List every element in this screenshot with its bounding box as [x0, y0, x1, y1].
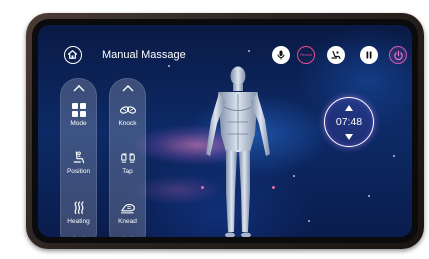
page-title: Manual Massage: [102, 49, 186, 61]
timer-dial: 07:48: [324, 97, 374, 147]
tablet-frame: Manual Massage Record Mode Position Heat…: [26, 13, 424, 249]
timer-value: 07:48: [335, 116, 363, 128]
knock-hands-icon: [119, 106, 136, 114]
mode-label: Mode: [70, 120, 87, 127]
tap-button[interactable]: Tap: [109, 150, 146, 175]
record-button[interactable]: Record: [297, 46, 315, 64]
position-button[interactable]: Position: [60, 150, 97, 175]
position-label: Position: [66, 168, 91, 175]
body-figure: [206, 66, 270, 237]
chevron-up-icon: [73, 85, 84, 92]
knead-label: Knead: [118, 218, 137, 225]
pause-icon: [366, 51, 372, 59]
chevron-down-icon: [73, 236, 84, 237]
home-button[interactable]: [64, 46, 82, 64]
massage-chair-icon: [73, 151, 84, 164]
recline-chair-icon: [331, 50, 341, 60]
microphone-icon: [277, 50, 285, 60]
home-icon: [67, 50, 78, 59]
timer-increase-button[interactable]: [325, 105, 373, 111]
mode-button[interactable]: Mode: [60, 102, 97, 127]
left-panel-down-button[interactable]: [60, 236, 97, 237]
massage-point-marker: [272, 186, 275, 189]
heating-label: Heating: [67, 218, 90, 225]
tap-label: Tap: [122, 168, 133, 175]
knead-button[interactable]: Knead: [109, 200, 146, 225]
record-label: Record: [300, 53, 312, 57]
left-panel-up-button[interactable]: [60, 84, 97, 92]
screen: Manual Massage Record Mode Position Heat…: [38, 25, 412, 237]
tap-hands-icon: [120, 153, 135, 163]
chevron-up-icon: [122, 85, 133, 92]
left-control-panel: Mode Position Heating: [60, 78, 97, 237]
knock-label: Knock: [118, 120, 137, 127]
heating-button[interactable]: Heating: [60, 200, 97, 225]
power-button[interactable]: [389, 46, 407, 64]
recline-button[interactable]: [327, 46, 345, 64]
tablet-bezel: Manual Massage Record Mode Position Heat…: [32, 19, 418, 243]
knock-button[interactable]: Knock: [109, 102, 146, 127]
grid-icon: [71, 103, 86, 117]
triangle-up-icon: [345, 105, 353, 111]
chevron-down-icon: [122, 236, 133, 237]
right-panel-down-button[interactable]: [109, 236, 146, 237]
power-icon: [393, 50, 403, 60]
right-control-panel: Knock Tap Knead: [109, 78, 146, 237]
massage-point-marker: [201, 186, 204, 189]
right-panel-up-button[interactable]: [109, 84, 146, 92]
triangle-down-icon: [345, 134, 353, 140]
knead-hand-icon: [120, 203, 135, 214]
pause-button[interactable]: [360, 46, 378, 64]
heat-waves-icon: [74, 201, 84, 214]
timer-decrease-button[interactable]: [325, 134, 373, 140]
